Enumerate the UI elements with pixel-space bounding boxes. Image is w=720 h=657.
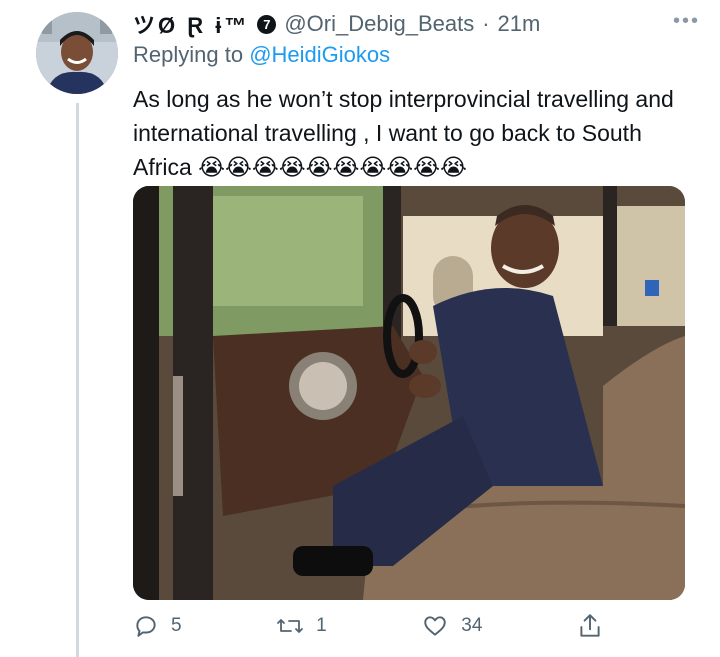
heart-icon bbox=[421, 613, 449, 639]
timestamp[interactable]: 21m bbox=[498, 11, 541, 37]
share-icon bbox=[577, 612, 603, 640]
reply-button[interactable]: 5 bbox=[133, 613, 182, 639]
speech-bubble-icon bbox=[133, 613, 159, 639]
user-handle[interactable]: @Ori_Debig_Beats bbox=[284, 11, 474, 37]
reply-count: 5 bbox=[171, 615, 182, 636]
tweet-header: ツØ Ɽ ɨ™ 7 @Ori_Debig_Beats · 21m bbox=[133, 8, 540, 40]
tweet-actions: 5 1 34 bbox=[133, 612, 603, 640]
tweet-photo[interactable] bbox=[133, 186, 685, 600]
like-count: 34 bbox=[461, 615, 483, 636]
like-button[interactable]: 34 bbox=[421, 613, 482, 639]
share-button[interactable] bbox=[577, 612, 603, 640]
retweet-button[interactable]: 1 bbox=[276, 613, 327, 639]
avatar[interactable] bbox=[36, 12, 118, 94]
photo-car-interior bbox=[133, 186, 685, 600]
avatar-image bbox=[36, 12, 118, 94]
replying-to-handle[interactable]: @HeidiGiokos bbox=[249, 42, 390, 67]
thread-line bbox=[76, 103, 79, 657]
replying-to-label: Replying to bbox=[133, 42, 244, 67]
retweet-icon bbox=[276, 613, 304, 639]
profile-badge-icon: 7 bbox=[257, 14, 277, 34]
separator-dot: · bbox=[482, 11, 490, 36]
replying-to: Replying to @HeidiGiokos bbox=[133, 42, 390, 68]
retweet-count: 1 bbox=[316, 615, 327, 636]
tweet-text: As long as he won’t stop interprovincial… bbox=[133, 86, 674, 180]
more-dots-icon[interactable]: ••• bbox=[673, 10, 700, 33]
display-name[interactable]: ツØ Ɽ ɨ™ bbox=[133, 8, 249, 40]
